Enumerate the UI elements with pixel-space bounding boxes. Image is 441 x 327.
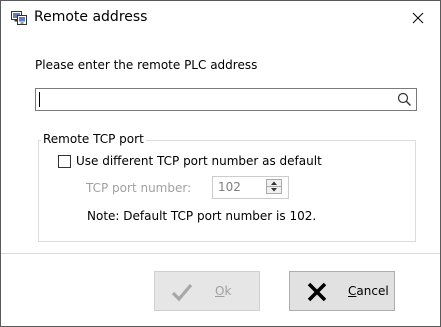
ok-label: Ok xyxy=(215,284,232,298)
ok-button[interactable]: Ok xyxy=(154,271,260,311)
port-spin-buttons[interactable] xyxy=(266,179,282,194)
footer-divider xyxy=(1,253,440,254)
address-field[interactable] xyxy=(35,88,417,111)
title-bar: Remote address xyxy=(1,1,440,34)
x-icon xyxy=(307,282,327,302)
default-port-note: Note: Default TCP port number is 102. xyxy=(87,209,317,223)
close-button[interactable] xyxy=(396,1,440,34)
network-computers-icon xyxy=(11,11,27,25)
search-icon[interactable] xyxy=(397,92,412,107)
group-legend: Remote TCP port xyxy=(41,132,146,146)
different-port-checkbox[interactable] xyxy=(58,154,71,168)
spin-down-icon[interactable] xyxy=(267,187,281,193)
checkbox-label[interactable]: Use different TCP port number as default xyxy=(76,154,322,168)
close-icon xyxy=(412,12,424,23)
cancel-button[interactable]: Cancel xyxy=(289,271,395,311)
address-input[interactable] xyxy=(38,89,388,110)
cancel-label: Cancel xyxy=(348,284,389,298)
text-caret xyxy=(39,92,40,107)
tcp-port-value: 102 xyxy=(218,180,241,194)
remote-address-dialog: Remote address Please enter the remote P… xyxy=(0,0,441,327)
checkmark-icon xyxy=(171,283,193,302)
tcp-port-label: TCP port number: xyxy=(86,181,192,195)
window-title: Remote address xyxy=(34,9,148,25)
tcp-port-stepper[interactable]: 102 xyxy=(212,176,289,199)
different-port-checkbox-row[interactable]: Use different TCP port number as default xyxy=(58,153,322,169)
address-prompt: Please enter the remote PLC address xyxy=(35,58,258,72)
